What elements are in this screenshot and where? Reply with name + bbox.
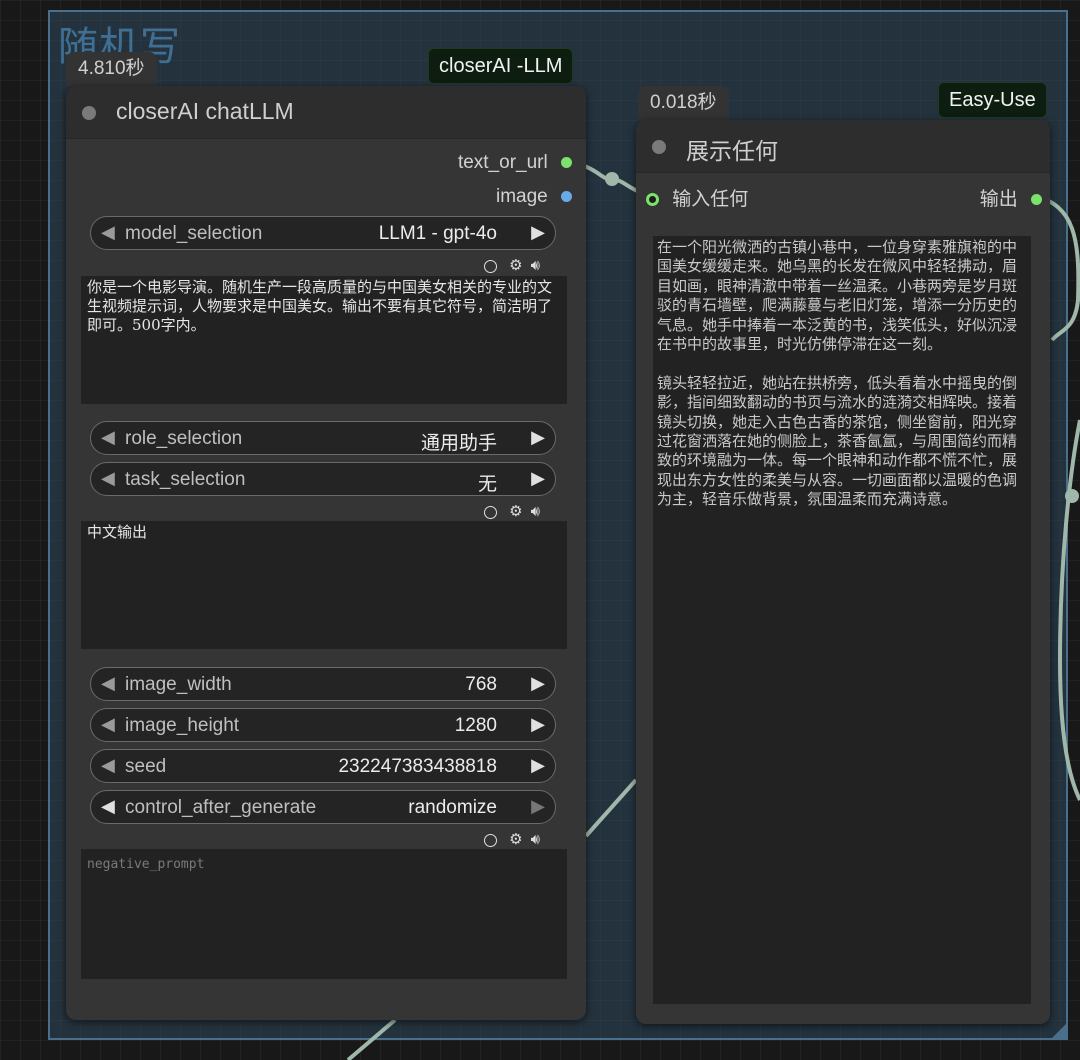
- input-anything[interactable]: 输入任何: [646, 184, 748, 211]
- arrow-right-icon[interactable]: ▶: [531, 755, 545, 776]
- task-selection-combo[interactable]: ◀ task_selection 无 ▶: [90, 462, 556, 496]
- circle-icon[interactable]: [484, 505, 497, 519]
- node-title: closerAI chatLLM: [116, 98, 294, 124]
- wire-right-long: [1057, 419, 1080, 801]
- prompt-textarea[interactable]: 你是一个电影导演。随机生产一段高质量的与中国美女相关的专业的文生视频提示词，人物…: [81, 276, 567, 404]
- model-selection-combo[interactable]: ◀ model_selection LLM1 - gpt-4o ▶: [90, 216, 556, 250]
- arrow-left-icon[interactable]: ◀: [101, 427, 115, 448]
- output-port-green[interactable]: [1031, 194, 1042, 206]
- circle-icon[interactable]: [484, 259, 497, 273]
- llm-timing-label: 4.810秒: [66, 52, 157, 86]
- widget-label: control_after_generate: [125, 797, 317, 818]
- control-after-generate-combo[interactable]: ◀ control_after_generate randomize ▶: [90, 790, 556, 824]
- arrow-left-icon[interactable]: ◀: [101, 755, 115, 776]
- output-textarea[interactable]: 在一个阳光微洒的古镇小巷中，一位身穿素雅旗袍的中国美女缓缓走来。她乌黑的长发在微…: [653, 236, 1031, 1004]
- wire-lower-left: [584, 778, 638, 838]
- node-show-any[interactable]: 展示任何 输入任何 输出 在一个阳光微洒的古镇小巷中，一位身穿素雅旗袍的中国美女…: [636, 120, 1050, 1024]
- widget-label: model_selection: [125, 223, 263, 244]
- widget-value: 768: [465, 674, 497, 695]
- arrow-left-icon[interactable]: ◀: [101, 222, 115, 243]
- widget-label: role_selection: [125, 428, 243, 449]
- output-port-blue[interactable]: [561, 191, 572, 203]
- circle-icon[interactable]: [484, 833, 497, 847]
- output-label: image: [495, 186, 548, 207]
- show-timing-label: 0.018秒: [638, 86, 729, 120]
- node-title: 展示任何: [686, 138, 778, 164]
- widget-toolbar: ⚙🔊︎: [484, 830, 548, 848]
- input-label: 输入任何: [672, 189, 749, 210]
- speaker-icon[interactable]: 🔊︎: [531, 503, 548, 520]
- image-width-number[interactable]: ◀ image_width 768 ▶: [90, 667, 556, 701]
- output-anything[interactable]: 输出: [980, 184, 1042, 211]
- widget-toolbar: ⚙🔊︎: [484, 502, 548, 520]
- output-port-green[interactable]: [561, 157, 572, 169]
- output-image[interactable]: image: [496, 186, 572, 208]
- wire-right-dot: [1065, 489, 1079, 503]
- show-source-badge: Easy-Use: [938, 82, 1047, 118]
- widget-value: randomize: [408, 797, 497, 818]
- node-closerai-chatllm[interactable]: closerAI chatLLM text_or_url image ◀ mod…: [66, 86, 586, 1020]
- gear-icon[interactable]: ⚙: [509, 830, 530, 848]
- node-header[interactable]: closerAI chatLLM: [66, 86, 586, 139]
- widget-label: task_selection: [125, 469, 246, 490]
- node-header[interactable]: 展示任何: [636, 120, 1050, 173]
- speaker-icon[interactable]: 🔊︎: [531, 831, 548, 848]
- image-height-number[interactable]: ◀ image_height 1280 ▶: [90, 708, 556, 742]
- collapse-dot[interactable]: [652, 140, 666, 154]
- output-label: text_or_url: [457, 152, 548, 173]
- arrow-right-icon[interactable]: ▶: [531, 427, 545, 448]
- widget-label: image_height: [125, 715, 240, 736]
- output-text-or-url[interactable]: text_or_url: [458, 152, 572, 174]
- task-textarea[interactable]: 中文输出: [81, 521, 567, 649]
- wire-bottom: [346, 1018, 397, 1060]
- arrow-right-icon[interactable]: ▶: [531, 468, 545, 489]
- role-selection-combo[interactable]: ◀ role_selection 通用助手 ▶: [90, 421, 556, 455]
- arrow-right-icon[interactable]: ▶: [531, 714, 545, 735]
- widget-value: 无: [477, 474, 497, 495]
- arrow-left-icon[interactable]: ◀: [101, 796, 115, 817]
- wire-reroute-dot: [605, 172, 619, 186]
- widget-value: 1280: [454, 715, 497, 736]
- widget-value: LLM1 - gpt-4o: [378, 223, 497, 244]
- arrow-right-icon[interactable]: ▶: [531, 222, 545, 243]
- widget-value: 通用助手: [420, 433, 497, 454]
- gear-icon[interactable]: ⚙: [509, 256, 530, 274]
- arrow-left-icon[interactable]: ◀: [101, 468, 115, 489]
- speaker-icon[interactable]: 🔊︎: [531, 257, 548, 274]
- widget-value: 232247383438818: [338, 756, 497, 777]
- gear-icon[interactable]: ⚙: [509, 502, 530, 520]
- negative-prompt-textarea[interactable]: negative_prompt: [81, 849, 567, 979]
- widget-label: seed: [125, 756, 167, 777]
- collapse-dot[interactable]: [82, 106, 96, 120]
- output-label: 输出: [979, 189, 1018, 210]
- input-port-green[interactable]: [646, 193, 659, 207]
- widget-toolbar: ⚙🔊︎: [484, 256, 548, 274]
- widget-label: image_width: [125, 674, 232, 695]
- llm-source-badge: closerAI -LLM: [428, 48, 574, 84]
- arrow-right-icon[interactable]: ▶: [531, 796, 545, 817]
- seed-number[interactable]: ◀ seed 232247383438818 ▶: [90, 749, 556, 783]
- arrow-right-icon[interactable]: ▶: [531, 673, 545, 694]
- arrow-left-icon[interactable]: ◀: [101, 714, 115, 735]
- arrow-left-icon[interactable]: ◀: [101, 673, 115, 694]
